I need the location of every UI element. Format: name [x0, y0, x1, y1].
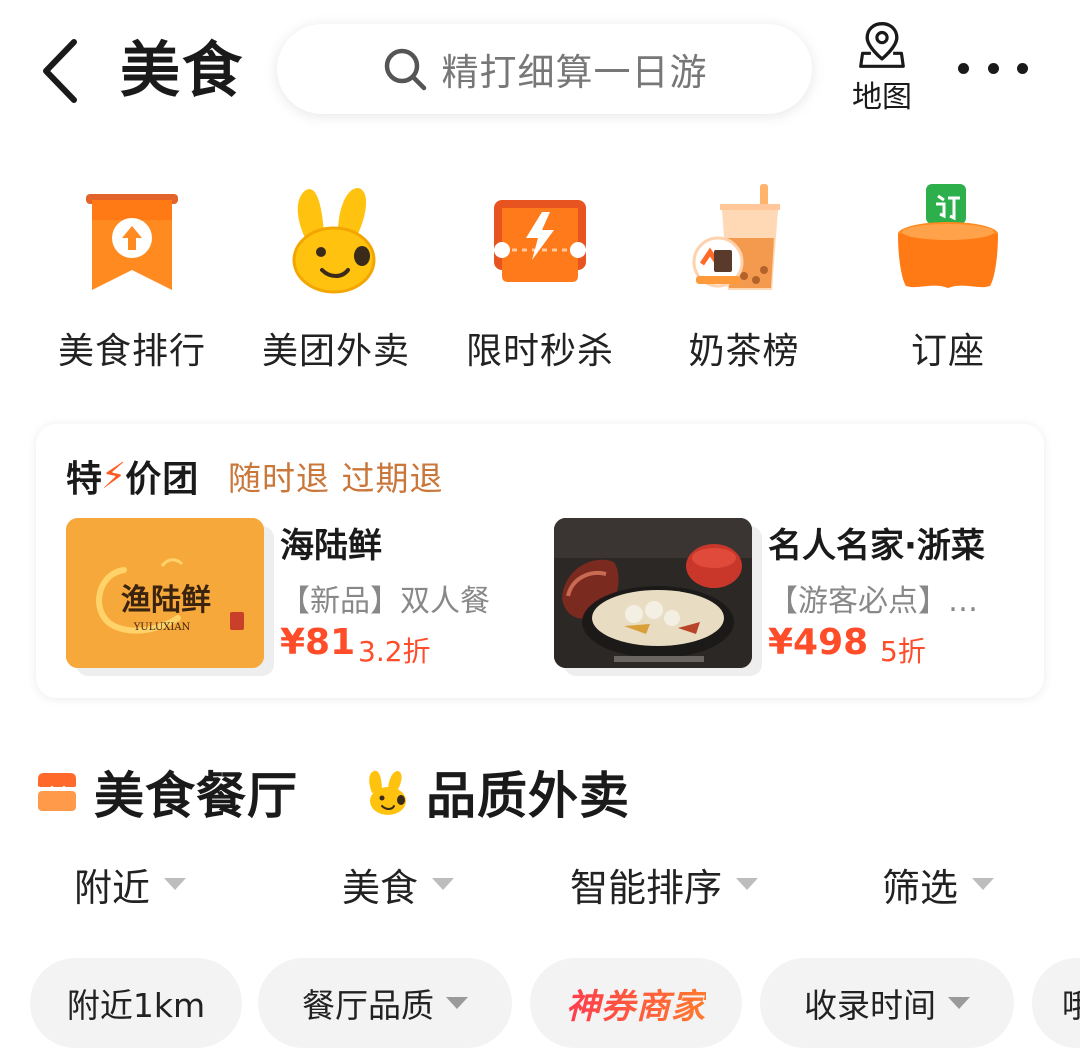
tab-quality-delivery[interactable]: 品质外卖 [362, 752, 630, 832]
filter-nearby[interactable]: 附近 [74, 856, 187, 912]
category-milk-tea-ranking[interactable]: 奶茶榜 [654, 180, 834, 380]
back-button[interactable] [36, 36, 92, 106]
category-label: 美食排行 [57, 331, 206, 372]
deal-name: 海陆鲜 [280, 526, 382, 566]
more-options-button[interactable] [958, 50, 1028, 86]
lightning-icon: ⚡ [101, 455, 128, 497]
more-dot [987, 62, 999, 74]
logo-text: 渔陆鲜 [121, 583, 211, 618]
page-title: 美食 [120, 36, 244, 106]
filter-cuisine[interactable]: 美食 [342, 856, 455, 912]
category-label: 美团外卖 [261, 331, 410, 372]
chip-label: 收录时间 [804, 986, 936, 1025]
chip-listing-time[interactable]: 收录时间 [760, 958, 1014, 1048]
chip-label: 哦 [1062, 986, 1080, 1025]
tab-label: 品质外卖 [426, 767, 630, 825]
more-dots-icon [958, 62, 969, 74]
top-bar: 美食 精打细算一日游 地图 [0, 0, 1080, 130]
flash-ticket-icon [480, 180, 600, 300]
chip-label: 附近1km [66, 986, 206, 1025]
deals-title-text: 特 [66, 459, 104, 500]
chip-nearby-1km[interactable]: 附近1km [30, 958, 242, 1048]
category-meituan-waimai[interactable]: 美团外卖 [246, 180, 426, 380]
deal-price: ¥498 [768, 622, 869, 663]
hotpot-photo [554, 518, 752, 668]
chip-restaurant-quality[interactable]: 餐厅品质 [258, 958, 512, 1048]
deal-price: ¥81 [280, 622, 356, 663]
search-input[interactable]: 精打细算一日游 [277, 24, 812, 114]
category-reserve-table[interactable]: 订座 [858, 180, 1038, 380]
deal-discount: 3.2折 [358, 635, 431, 668]
dropdown-caret-icon [446, 997, 468, 1009]
deals-title-text: 价团 [125, 459, 200, 500]
tab-food-restaurants[interactable]: 美食餐厅 [34, 752, 298, 832]
chevron-left-icon [43, 39, 77, 103]
restaurant-icon [37, 773, 77, 811]
deals-title[interactable]: 特 ⚡ 价团 [66, 450, 199, 502]
category-food-ranking[interactable]: 美食排行 [42, 180, 222, 380]
dropdown-caret-icon [736, 878, 759, 890]
chip-coupon-merchants[interactable]: 神券商家 [530, 958, 742, 1048]
deal-item[interactable]: 渔陆鲜 YULUXIAN 海陆鲜 【新品】双人餐 ¥81 3.2折 [66, 518, 506, 676]
yuluxian-logo: 渔陆鲜 YULUXIAN [66, 518, 264, 668]
logo-subtext: YULUXIAN [133, 622, 191, 633]
map-pin-icon [859, 22, 905, 68]
deals-subtitle: 随时退 过期退 [228, 459, 444, 498]
dropdown-caret-icon [948, 997, 970, 1009]
filter-sort[interactable]: 智能排序 [570, 856, 759, 912]
search-icon [384, 48, 426, 91]
deal-description: 【游客必点】江… [768, 584, 1004, 619]
table-reserve-icon [888, 180, 1008, 300]
category-label: 限时秒杀 [465, 331, 614, 372]
search-placeholder: 精打细算一日游 [441, 51, 708, 94]
filter-label: 附近 [74, 865, 151, 910]
filter-label: 智能排序 [570, 865, 723, 910]
category-label: 订座 [910, 331, 985, 372]
filter-label: 美食 [342, 865, 419, 910]
kangaroo-icon [369, 770, 406, 815]
map-button[interactable]: 地图 [846, 20, 918, 116]
deal-name: 名人名家·浙菜 [768, 526, 985, 566]
dropdown-caret-icon [432, 878, 455, 890]
dropdown-caret-icon [164, 878, 187, 890]
chip-label: 神券商家 [566, 979, 706, 1028]
category-flash-sale[interactable]: 限时秒杀 [450, 180, 630, 380]
ranking-banner-icon [72, 180, 192, 300]
chip-label: 餐厅品质 [302, 986, 434, 1025]
deal-discount: 5折 [880, 635, 926, 668]
tab-label-text: 美食餐厅 [94, 767, 298, 825]
filter-more[interactable]: 筛选 [882, 856, 995, 912]
deal-item[interactable]: 名人名家·浙菜 【游客必点】江… ¥498 5折 [554, 518, 1024, 676]
deal-description: 【新品】双人餐 [280, 584, 490, 619]
dropdown-caret-icon [972, 878, 995, 890]
more-dot [1017, 62, 1028, 74]
special-deals-card: 特 ⚡ 价团 随时退 过期退 渔陆鲜 YULUXIAN 海陆鲜 【新品】双人餐 … [36, 424, 1044, 698]
deal-image: 渔陆鲜 YULUXIAN [66, 518, 264, 668]
chip-partial[interactable]: 哦 [1032, 958, 1080, 1048]
milk-tea-icon [684, 180, 804, 300]
category-grid: 美食排行 美团外卖 限时秒杀 奶茶榜 订座 [0, 180, 1080, 380]
deal-image [554, 518, 752, 668]
map-label: 地图 [852, 80, 912, 115]
tab-label: 美食餐厅 [94, 756, 298, 832]
category-label: 奶茶榜 [688, 331, 800, 372]
filter-label: 筛选 [882, 865, 959, 910]
kangaroo-icon [276, 180, 396, 300]
